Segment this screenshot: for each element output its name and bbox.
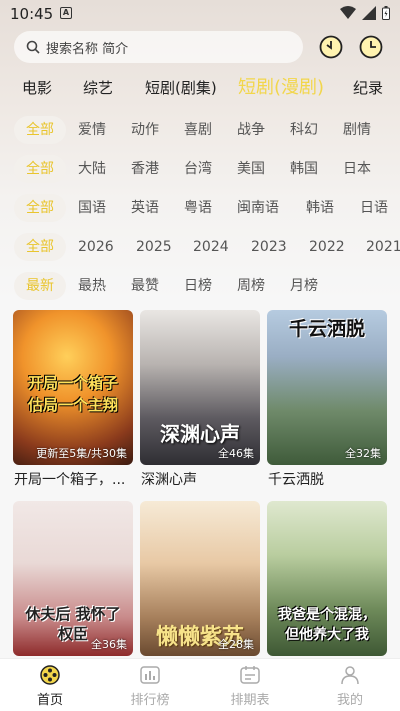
episode-badge: 全36集 [91,638,127,651]
search-placeholder: 搜索名称 简介 [46,41,129,57]
chip-genre-all[interactable]: 全部 [14,116,66,144]
chip-genre[interactable]: 喜剧 [184,116,212,144]
poster-image: 我爸是个混混，但他养大了我 [267,501,387,656]
nav-ranking[interactable]: 排行榜 [110,665,190,708]
tab-documentary[interactable]: 纪录 [353,74,383,102]
search-input[interactable]: 搜索名称 简介 [14,31,303,63]
status-bar: 10:45 A [0,0,400,28]
card-title: 深渊心声 [141,472,197,488]
poster-art-text: 开局一个箱子 估局一个主翔 [27,374,118,414]
tab-short-anime[interactable]: 短剧(漫剧) [238,74,324,102]
nav-profile[interactable]: 我的 [310,665,390,708]
sort-filter-row: 最新 最热 最赞 日榜 周榜 月榜 [0,272,400,300]
chip-genre[interactable]: 战争 [237,116,265,144]
clock-icon[interactable] [358,34,384,60]
tab-short-drama[interactable]: 短剧(剧集) [145,74,217,102]
chip-genre[interactable]: 剧情 [343,116,371,144]
chip-genre[interactable]: 爱情 [78,116,106,144]
chip-genre[interactable]: 动作 [131,116,159,144]
bottom-nav: 首页 排行榜 排期表 我的 [0,658,400,711]
notification-icon: A [60,7,72,19]
bar-chart-icon [140,666,160,684]
language-filter-row: 全部 国语 英语 粤语 闽南语 韩语 日语 [0,194,400,222]
search-icon [26,40,40,54]
year-filter-row: 全部 2026 2025 2024 2023 2022 2021 [0,233,400,261]
chip-language[interactable]: 英语 [131,194,159,222]
chip-sort[interactable]: 日榜 [184,272,212,300]
episode-badge: 全32集 [345,447,381,460]
chip-year-all[interactable]: 全部 [14,233,66,261]
signal-icon [362,6,376,20]
nav-home[interactable]: 首页 [10,665,90,708]
chip-sort[interactable]: 最热 [78,272,106,300]
chip-sort[interactable]: 周榜 [237,272,265,300]
chip-region[interactable]: 韩国 [290,155,318,183]
episode-badge: 全46集 [218,447,254,460]
chip-year[interactable]: 2025 [136,233,172,261]
card-title: 千云洒脱 [268,472,324,488]
poster-art-text: 我爸是个混混，但他养大了我 [278,607,376,643]
wifi-icon [340,6,356,19]
tab-variety[interactable]: 综艺 [83,74,113,102]
poster-image: 懒懒紫苏 全28集 [140,501,260,656]
chip-sort[interactable]: 最赞 [131,272,159,300]
chip-year[interactable]: 2023 [251,233,287,261]
status-time: 10:45 [10,5,54,23]
chip-region[interactable]: 日本 [343,155,371,183]
battery-icon [382,6,390,20]
poster-image: 开局一个箱子 估局一个主翔 更新至5集/共30集 [13,310,133,465]
chip-language-all[interactable]: 全部 [14,194,66,222]
card-title: 开局一个箱子，... [14,472,126,488]
nav-label: 我的 [336,693,363,708]
chip-language[interactable]: 闽南语 [237,194,279,222]
chip-sort-latest[interactable]: 最新 [14,272,66,300]
chip-region[interactable]: 美国 [237,155,265,183]
user-icon [341,666,359,685]
nav-label: 首页 [36,693,63,708]
nav-label: 排期表 [230,693,270,708]
poster-image: 千云洒脱 全32集 [267,310,387,465]
poster-art-text: 深渊心声 [160,422,240,446]
chip-year[interactable]: 2021 [366,233,400,261]
chip-language[interactable]: 韩语 [306,194,334,222]
chip-year[interactable]: 2022 [309,233,345,261]
chip-sort[interactable]: 月榜 [290,272,318,300]
chip-region[interactable]: 大陆 [78,155,106,183]
region-filter-row: 全部 大陆 香港 台湾 美国 韩国 日本 [0,155,400,183]
chip-region[interactable]: 香港 [131,155,159,183]
genre-filter-row: 全部 爱情 动作 喜剧 战争 科幻 剧情 [0,116,400,144]
episode-badge: 更新至5集/共30集 [36,447,127,460]
calendar-icon [240,666,260,684]
film-reel-icon [40,665,60,685]
poster-image: 深渊心声 全46集 [140,310,260,465]
chip-region[interactable]: 台湾 [184,155,212,183]
poster-image: 休夫后 我怀了权臣 全36集 [13,501,133,656]
clock-download-icon[interactable] [318,34,344,60]
chip-language[interactable]: 日语 [360,194,388,222]
system-icons [340,6,390,20]
chip-year[interactable]: 2026 [78,233,114,261]
nav-schedule[interactable]: 排期表 [210,665,290,708]
nav-label: 排行榜 [130,693,170,708]
episode-badge: 全28集 [218,638,254,651]
chip-language[interactable]: 粤语 [184,194,212,222]
tab-movie[interactable]: 电影 [22,74,52,102]
chip-region-all[interactable]: 全部 [14,155,66,183]
chip-language[interactable]: 国语 [78,194,106,222]
poster-art-text: 千云洒脱 [288,318,365,340]
chip-year[interactable]: 2024 [193,233,229,261]
category-tabs: 电影 综艺 短剧(剧集) 短剧(漫剧) 纪录 [0,74,400,102]
chip-genre[interactable]: 科幻 [290,116,318,144]
